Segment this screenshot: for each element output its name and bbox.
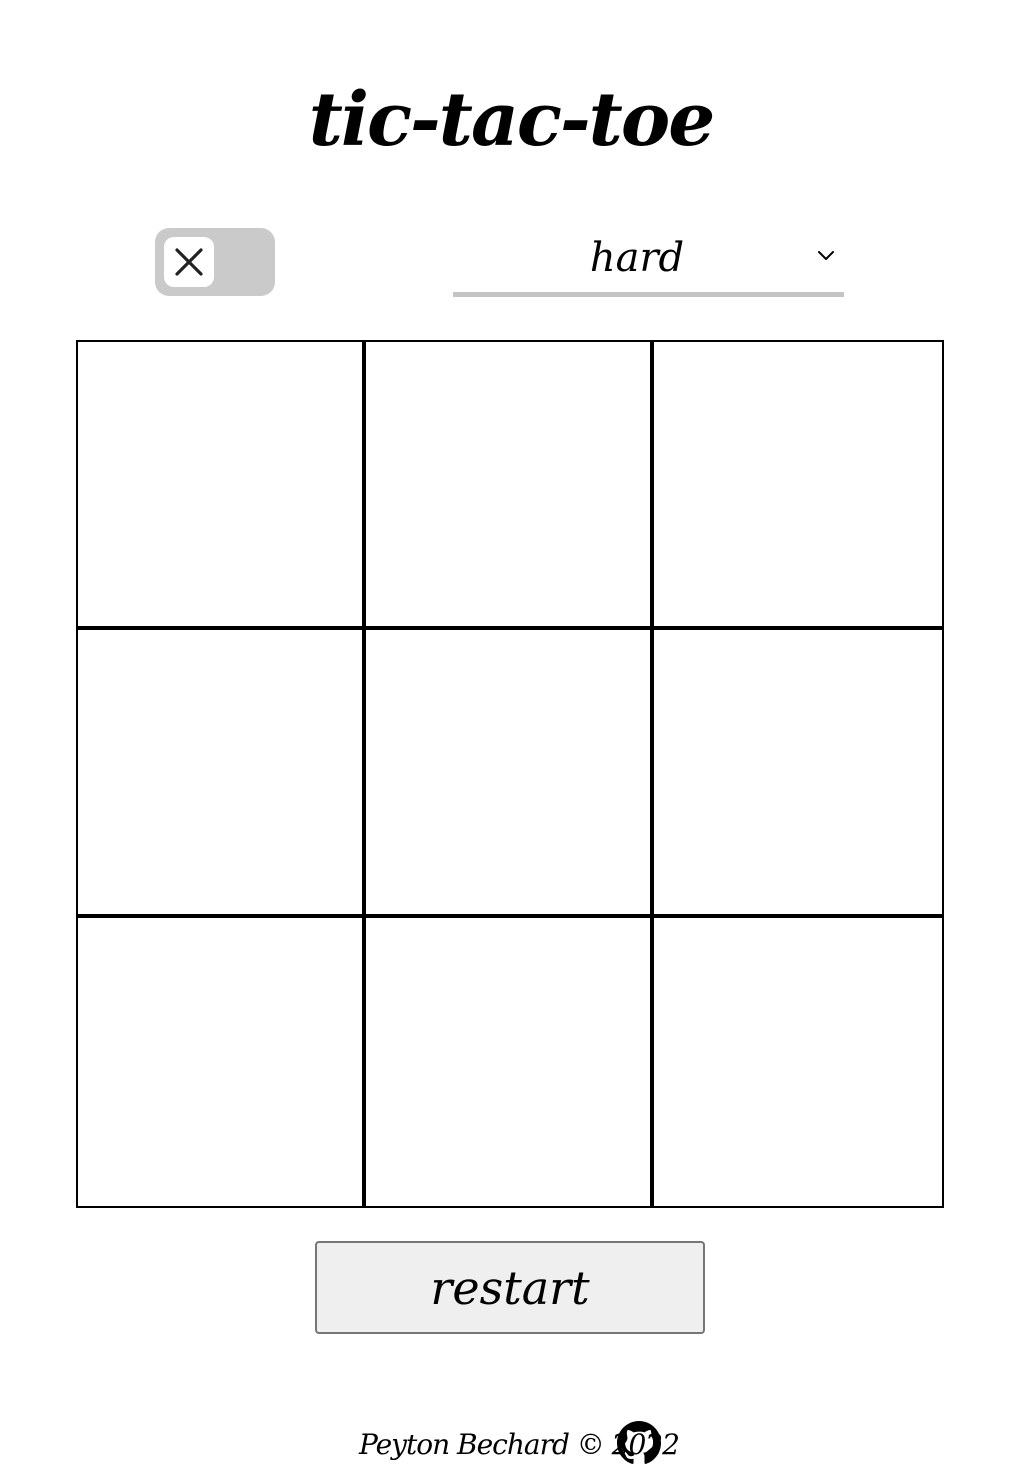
chevron-down-icon [818,251,834,260]
board-cell[interactable] [654,918,942,1206]
game-board [76,340,944,1208]
difficulty-value: hard [589,235,685,281]
page-title: tic-tac-toe [308,76,716,163]
github-icon[interactable] [617,1421,661,1465]
board-cell[interactable] [78,918,366,1206]
toggle-knob[interactable] [164,237,214,287]
board-cell[interactable] [78,342,366,630]
board-cell[interactable] [78,630,366,918]
difficulty-select[interactable]: hard [453,226,844,297]
board-cell[interactable] [654,342,942,630]
board-cell[interactable] [366,630,654,918]
x-icon [175,248,203,276]
player-toggle[interactable] [155,228,275,296]
restart-button[interactable]: restart [315,1241,705,1334]
board-cell[interactable] [366,918,654,1206]
board-cell[interactable] [654,630,942,918]
board-cell[interactable] [366,342,654,630]
